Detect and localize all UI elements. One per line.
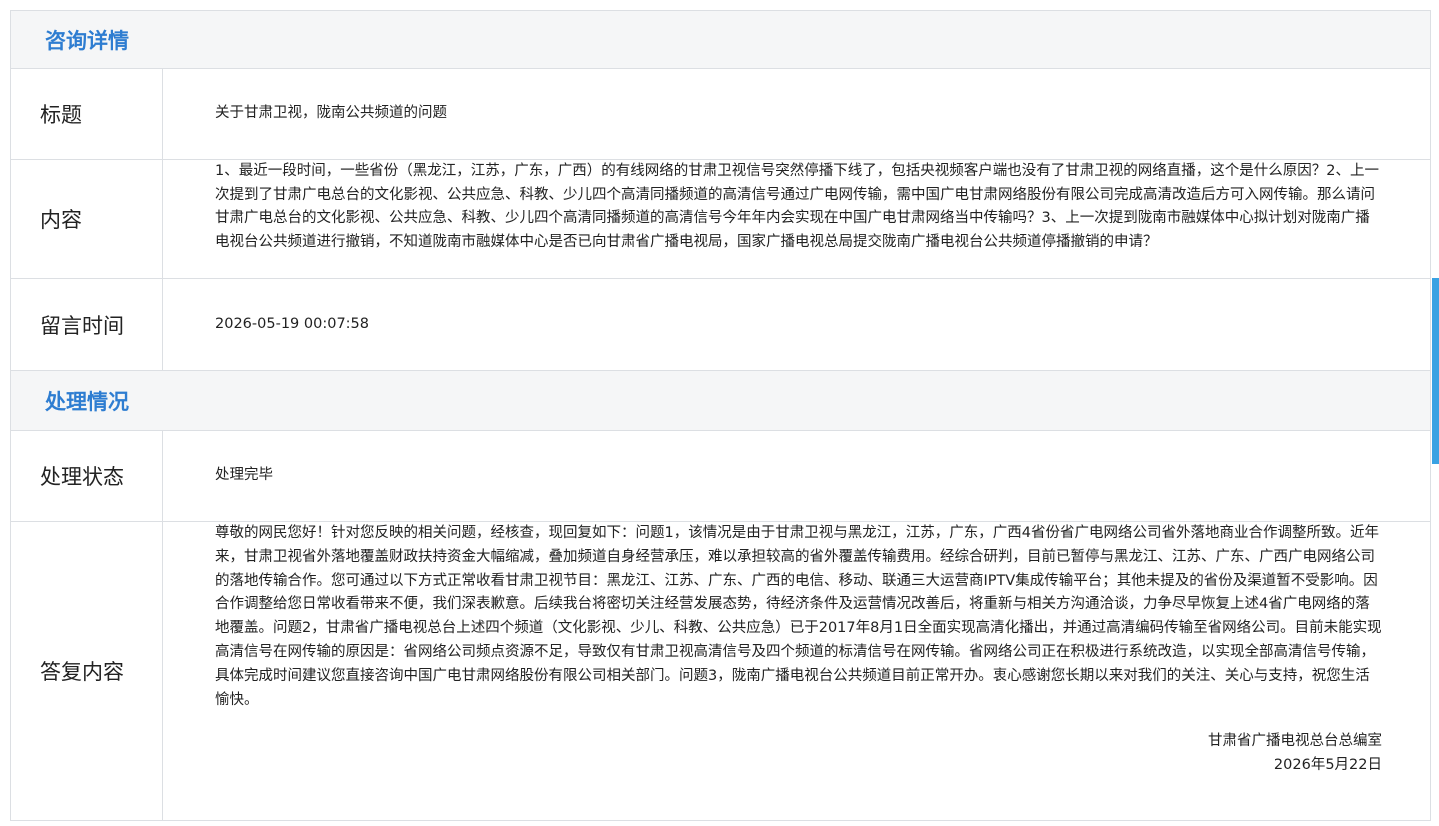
title-label: 标题 <box>11 69 163 159</box>
content-value: 1、最近一段时间，一些省份（黑龙江，江苏，广东，广西）的有线网络的甘肃卫视信号突… <box>215 163 1379 250</box>
reply-value: 尊敬的网民您好！针对您反映的相关问题，经核查，现回复如下：问题1，该情况是由于甘… <box>215 525 1382 708</box>
row-time: 留言时间 2026-05-19 00:07:58 <box>10 279 1431 371</box>
content-label: 内容 <box>11 160 163 278</box>
reply-date: 2026年5月22日 <box>1273 757 1382 774</box>
reply-block: 尊敬的网民您好！针对您反映的相关问题，经核查，现回复如下：问题1，该情况是由于甘… <box>163 522 1430 820</box>
reply-signature: 甘肃省广播电视总台总编室 2026年5月22日 <box>215 730 1382 778</box>
status-label: 处理状态 <box>11 431 163 521</box>
row-content: 内容 1、最近一段时间，一些省份（黑龙江，江苏，广东，广西）的有线网络的甘肃卫视… <box>10 160 1431 279</box>
time-value: 2026-05-19 00:07:58 <box>215 315 369 332</box>
reply-label: 答复内容 <box>11 522 163 820</box>
section-title-handling: 处理情况 <box>45 389 129 414</box>
detail-panel: 咨询详情 标题 关于甘肃卫视，陇南公共频道的问题 内容 1、最近一段时间，一些省… <box>10 10 1431 821</box>
status-value: 处理完毕 <box>215 467 273 484</box>
row-reply: 答复内容 尊敬的网民您好！针对您反映的相关问题，经核查，现回复如下：问题1，该情… <box>10 522 1431 821</box>
section-title-inquiry: 咨询详情 <box>45 28 129 53</box>
row-status: 处理状态 处理完毕 <box>10 431 1431 522</box>
time-label: 留言时间 <box>11 279 163 370</box>
title-value: 关于甘肃卫视，陇南公共频道的问题 <box>215 105 447 122</box>
row-title: 标题 关于甘肃卫视，陇南公共频道的问题 <box>10 69 1431 160</box>
reply-org: 甘肃省广播电视总台总编室 <box>1208 733 1382 750</box>
section-header-handling: 处理情况 <box>10 371 1431 431</box>
section-header-inquiry: 咨询详情 <box>10 10 1431 69</box>
scrollbar-thumb[interactable] <box>1432 278 1439 464</box>
